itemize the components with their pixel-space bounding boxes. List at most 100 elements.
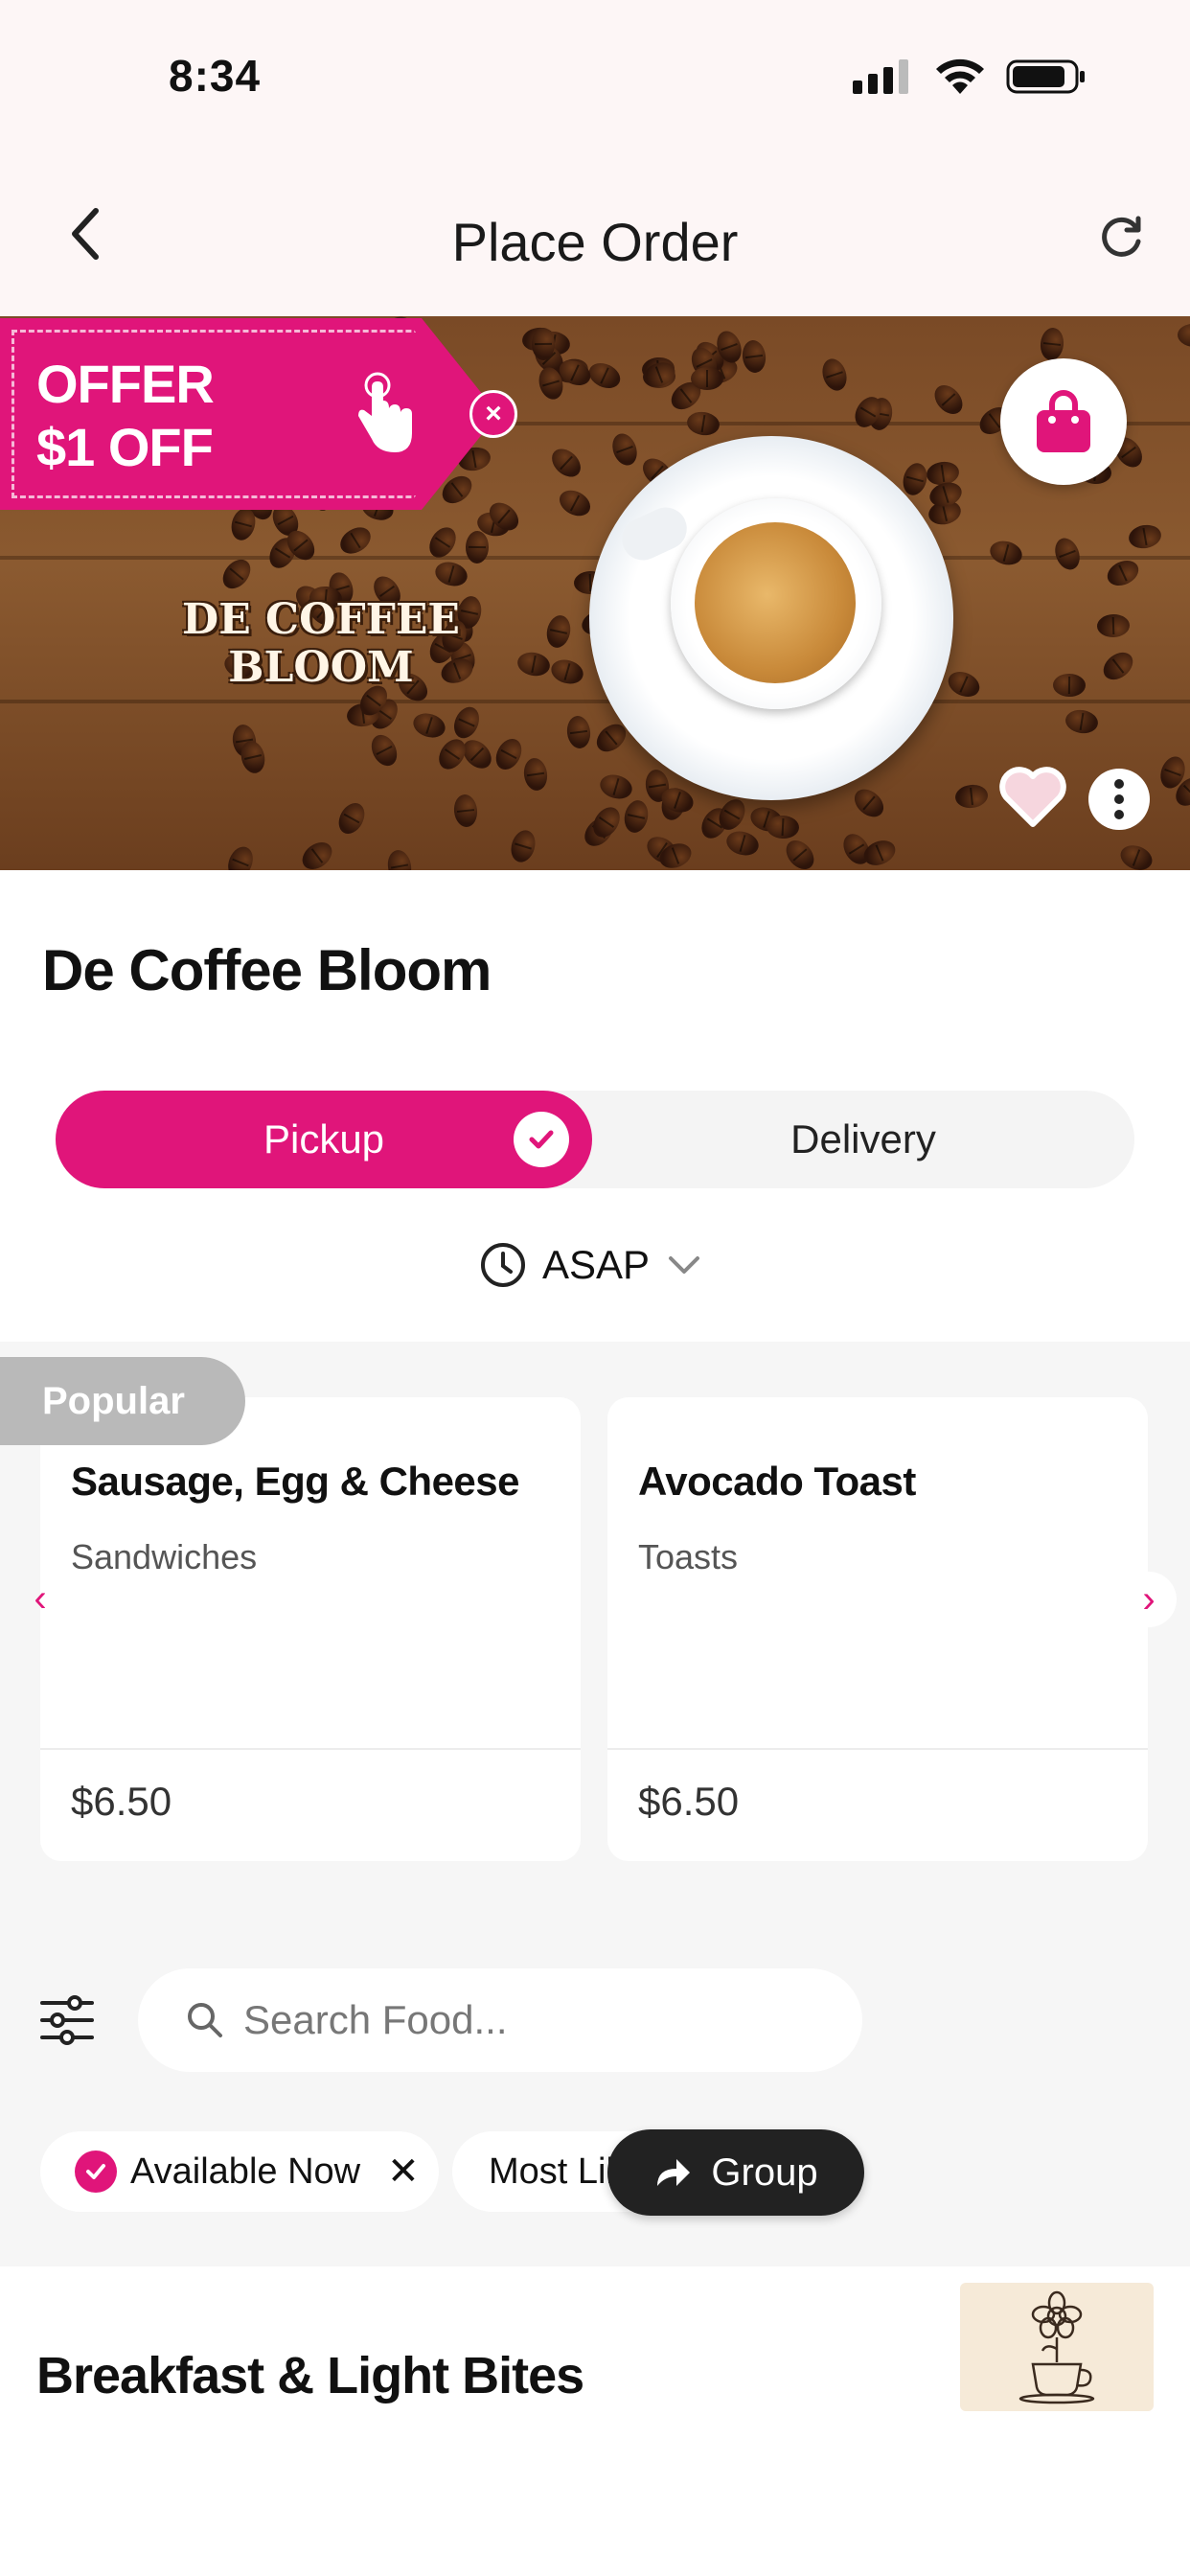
- coffee-bean: [899, 459, 930, 498]
- coffee-bean: [685, 409, 721, 438]
- coffee-bean: [491, 734, 528, 774]
- store-name: De Coffee Bloom: [42, 938, 492, 1002]
- filter-sliders-icon[interactable]: [38, 1993, 96, 2047]
- coffee-bean: [953, 783, 989, 810]
- coffee-bean: [691, 367, 724, 391]
- coffee-bean: [1098, 647, 1139, 685]
- available-now-label: Available Now: [130, 2150, 361, 2192]
- coffee-bean: [522, 756, 550, 793]
- delivery-option[interactable]: Delivery: [592, 1091, 1134, 1188]
- popular-item-card[interactable]: Sausage, Egg & Cheese Sandwiches $6.50: [40, 1397, 581, 1861]
- coffee-bean: [451, 793, 479, 829]
- status-icons: [853, 58, 1087, 96]
- more-dot: [1114, 779, 1124, 789]
- cart-button[interactable]: [1000, 358, 1127, 485]
- coffee-bean: [465, 530, 489, 564]
- pickup-time-value: ASAP: [542, 1242, 651, 1287]
- search-box[interactable]: [138, 1968, 862, 2072]
- coffee-bean: [944, 667, 984, 702]
- coffee-bean: [565, 714, 593, 750]
- coffee-bean: [741, 338, 768, 375]
- coffee-bean: [1103, 556, 1143, 591]
- coffee-bean: [548, 656, 586, 688]
- status-bar: 8:34: [0, 0, 1190, 163]
- offer-title: OFFER: [36, 354, 215, 414]
- refresh-icon: [1102, 216, 1141, 257]
- item-name: Avocado Toast: [638, 1459, 916, 1504]
- item-category: Toasts: [638, 1537, 739, 1576]
- coffee-bean: [1127, 522, 1163, 551]
- group-order-button[interactable]: Group: [607, 2129, 864, 2216]
- brand-logo: DE COFFEE BLOOM: [182, 595, 460, 692]
- coffee-bean: [546, 443, 587, 483]
- more-dot: [1114, 794, 1124, 804]
- more-options-button[interactable]: [1088, 769, 1150, 830]
- coffee-bean: [531, 327, 556, 360]
- tap-hand-icon: [358, 372, 412, 452]
- offer-amount: $1 OFF: [36, 417, 214, 477]
- available-now-filter-chip[interactable]: Available Now ✕: [40, 2131, 439, 2212]
- coffee-bean: [296, 836, 337, 870]
- coffee-bean: [987, 537, 1025, 568]
- search-icon: [188, 2003, 222, 2037]
- coffee-bean: [1176, 322, 1190, 349]
- coffee-bean: [781, 835, 820, 870]
- coffee-bean: [555, 485, 595, 521]
- pickup-time-select[interactable]: ASAP: [479, 1236, 703, 1294]
- coffee-bean: [818, 356, 851, 395]
- coffee-bean: [366, 729, 401, 770]
- remove-filter-icon[interactable]: ✕: [387, 2150, 420, 2194]
- section-thumbnail: [960, 2283, 1154, 2411]
- popular-tag: Popular: [0, 1357, 245, 1445]
- flower-cup-icon: [1018, 2290, 1095, 2404]
- coffee-bean: [217, 554, 257, 594]
- chevron-down-icon: [669, 1256, 700, 1274]
- item-name: Sausage, Egg & Cheese: [71, 1459, 520, 1504]
- coffee-bean: [515, 649, 552, 678]
- offer-close-button[interactable]: ×: [469, 390, 517, 438]
- pickup-option[interactable]: Pickup: [56, 1091, 592, 1188]
- nav-bar: Place Order: [0, 163, 1190, 316]
- coffee-bean: [849, 783, 890, 822]
- coffee-bean: [333, 798, 371, 840]
- coffee-bean: [543, 613, 573, 651]
- search-input[interactable]: [243, 1997, 780, 2043]
- coffee-bean: [423, 522, 462, 564]
- page-title: Place Order: [451, 212, 739, 272]
- item-category: Sandwiches: [71, 1537, 258, 1576]
- favorite-heart-icon[interactable]: [998, 767, 1067, 830]
- checkmark-icon: [514, 1112, 569, 1167]
- coffee-bean: [621, 797, 652, 835]
- delivery-label: Delivery: [790, 1116, 936, 1162]
- carousel-prev-button[interactable]: ‹: [21, 1577, 59, 1620]
- item-price: $6.50: [71, 1779, 172, 1824]
- coffee-bean: [410, 709, 449, 742]
- popular-item-card[interactable]: Avocado Toast Toasts $6.50: [607, 1397, 1148, 1861]
- group-label: Group: [711, 2150, 818, 2194]
- checkmark-icon: [75, 2150, 117, 2193]
- coffee-crema: [695, 522, 856, 683]
- coffee-bean: [1051, 534, 1085, 574]
- coffee-bean: [335, 522, 376, 560]
- coffee-bean: [584, 357, 625, 393]
- coffee-bean: [766, 814, 800, 840]
- order-mode-toggle: Pickup Delivery: [56, 1091, 1134, 1188]
- card-divider: [607, 1748, 1148, 1750]
- coffee-bean: [1116, 840, 1156, 870]
- coffee-bean: [1039, 326, 1065, 361]
- coffee-bean: [432, 558, 470, 589]
- carousel-next-button[interactable]: ›: [1121, 1572, 1177, 1627]
- coffee-bean: [223, 842, 258, 870]
- coffee-bean: [928, 380, 969, 420]
- refresh-button[interactable]: [1090, 207, 1152, 268]
- coffee-bean: [1064, 707, 1101, 736]
- share-arrow-icon: [657, 2159, 691, 2186]
- coffee-bean: [449, 702, 484, 743]
- pickup-label: Pickup: [263, 1116, 385, 1162]
- coffee-bean: [597, 771, 636, 803]
- more-dot: [1114, 810, 1124, 819]
- card-divider: [40, 1748, 581, 1750]
- coffee-bean: [723, 827, 762, 859]
- battery-icon: [1006, 59, 1085, 94]
- coffee-bean: [1052, 673, 1086, 698]
